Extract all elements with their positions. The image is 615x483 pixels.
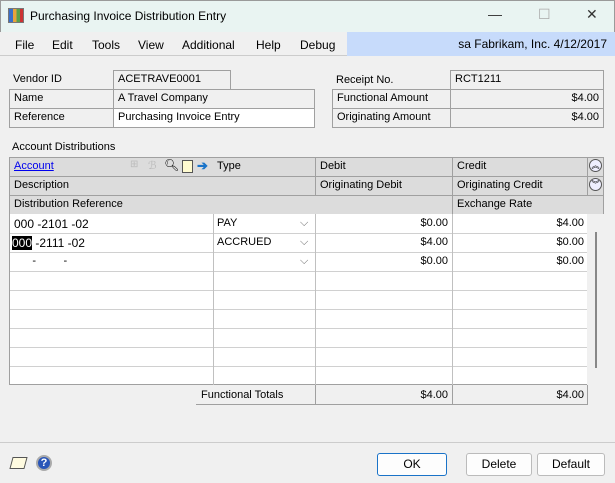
expand-rows-button[interactable]: ︾ bbox=[587, 176, 604, 196]
chevron-up-icon: ︽ bbox=[589, 159, 602, 172]
lookup-icon[interactable]: 🔍︎ bbox=[164, 158, 179, 172]
delete-button[interactable]: Delete bbox=[466, 453, 532, 476]
menu-file[interactable]: File bbox=[15, 38, 34, 52]
type-header: Type bbox=[213, 157, 316, 177]
arrow-right-icon[interactable]: ➔ bbox=[197, 158, 208, 174]
maximize-button[interactable]: ☐ bbox=[538, 6, 551, 23]
account-lookup-link[interactable]: Account bbox=[14, 160, 54, 172]
dist-ref-header: Distribution Reference bbox=[9, 195, 453, 215]
chevron-down-icon[interactable]: ⌵ bbox=[300, 236, 308, 249]
chevron-down-icon[interactable]: ⌵ bbox=[300, 255, 308, 268]
name-field[interactable]: A Travel Company bbox=[113, 89, 315, 109]
grid-row-line bbox=[10, 252, 587, 253]
account-selection: 000 bbox=[12, 236, 33, 250]
row2-type[interactable]: ACCRUED bbox=[217, 236, 271, 248]
collapse-rows-button[interactable]: ︽ bbox=[587, 157, 604, 177]
grid-row-line bbox=[10, 366, 587, 367]
receipt-field[interactable]: RCT1211 bbox=[450, 70, 604, 90]
functional-amount-field: $4.00 bbox=[450, 89, 604, 109]
chevron-down-icon[interactable]: ⌵ bbox=[300, 217, 308, 230]
debit-header: Debit bbox=[315, 157, 453, 177]
grid-row-line bbox=[10, 328, 587, 329]
row2-credit[interactable]: $0.00 bbox=[453, 236, 584, 248]
originating-amount-label: Originating Amount bbox=[332, 108, 451, 128]
functional-amount-label: Functional Amount bbox=[332, 89, 451, 109]
app-icon bbox=[8, 8, 24, 23]
credit-header: Credit bbox=[452, 157, 588, 177]
receipt-label: Receipt No. bbox=[332, 70, 451, 90]
expand-icon: ⊞ bbox=[130, 159, 139, 170]
chevron-down-icon: ︾ bbox=[589, 178, 602, 191]
menu-view[interactable]: View bbox=[138, 38, 164, 52]
menu-additional[interactable]: Additional bbox=[182, 38, 235, 52]
note-icon[interactable] bbox=[182, 160, 193, 173]
total-credit: $4.00 bbox=[556, 389, 584, 401]
note-icon[interactable] bbox=[9, 457, 28, 469]
menu-help[interactable]: Help bbox=[256, 38, 281, 52]
orig-credit-header: Originating Credit bbox=[452, 176, 588, 196]
default-button[interactable]: Default bbox=[537, 453, 605, 476]
row2-debit[interactable]: $4.00 bbox=[316, 236, 448, 248]
row1-debit[interactable]: $0.00 bbox=[316, 217, 448, 229]
close-button[interactable]: ✕ bbox=[586, 6, 598, 23]
grid-row-line bbox=[10, 233, 587, 234]
reference-field[interactable]: Purchasing Invoice Entry bbox=[113, 108, 315, 128]
row2-account[interactable]: 000 -2111 -02 bbox=[12, 236, 85, 250]
row3-debit[interactable]: $0.00 bbox=[316, 255, 448, 267]
row3-credit[interactable]: $0.00 bbox=[453, 255, 584, 267]
orig-debit-header: Originating Debit bbox=[315, 176, 453, 196]
reference-label: Reference bbox=[9, 108, 114, 128]
totals-label: Functional Totals bbox=[201, 389, 284, 401]
menu-debug[interactable]: Debug bbox=[300, 38, 335, 52]
grid-row-line bbox=[10, 271, 587, 272]
divider bbox=[0, 442, 615, 443]
menu-edit[interactable]: Edit bbox=[52, 38, 73, 52]
vendor-id-label: Vendor ID bbox=[9, 71, 114, 90]
help-icon[interactable]: ? bbox=[36, 455, 52, 471]
total-debit: $4.00 bbox=[420, 389, 448, 401]
exchange-rate-header: Exchange Rate bbox=[452, 195, 604, 215]
grid-col-line bbox=[213, 214, 214, 385]
scrollbar[interactable] bbox=[587, 214, 604, 385]
account-format-icon: ℬ bbox=[148, 160, 157, 172]
account-rest: -2111 -02 bbox=[32, 236, 85, 250]
grid-row-line bbox=[10, 347, 587, 348]
window-title: Purchasing Invoice Distribution Entry bbox=[30, 9, 227, 23]
description-header: Description bbox=[9, 176, 316, 196]
originating-amount-field: $4.00 bbox=[450, 108, 604, 128]
vendor-id-field[interactable]: ACETRAVE0001 bbox=[113, 70, 231, 90]
scrollbar-thumb[interactable] bbox=[595, 232, 597, 368]
minimize-button[interactable]: — bbox=[488, 6, 502, 22]
row1-account[interactable]: 000 -2101 -02 bbox=[14, 217, 89, 231]
row1-credit[interactable]: $4.00 bbox=[453, 217, 584, 229]
name-label: Name bbox=[9, 89, 114, 109]
row3-account[interactable]: - - bbox=[14, 255, 67, 267]
grid-row-line bbox=[10, 309, 587, 310]
section-label: Account Distributions bbox=[12, 141, 116, 153]
menu-tools[interactable]: Tools bbox=[92, 38, 120, 52]
user-info: sa Fabrikam, Inc. 4/12/2017 bbox=[458, 37, 607, 51]
ok-button[interactable]: OK bbox=[377, 453, 447, 476]
user-info-bar: sa Fabrikam, Inc. 4/12/2017 bbox=[347, 32, 615, 56]
row1-type[interactable]: PAY bbox=[217, 217, 237, 229]
grid-row-line bbox=[10, 290, 587, 291]
